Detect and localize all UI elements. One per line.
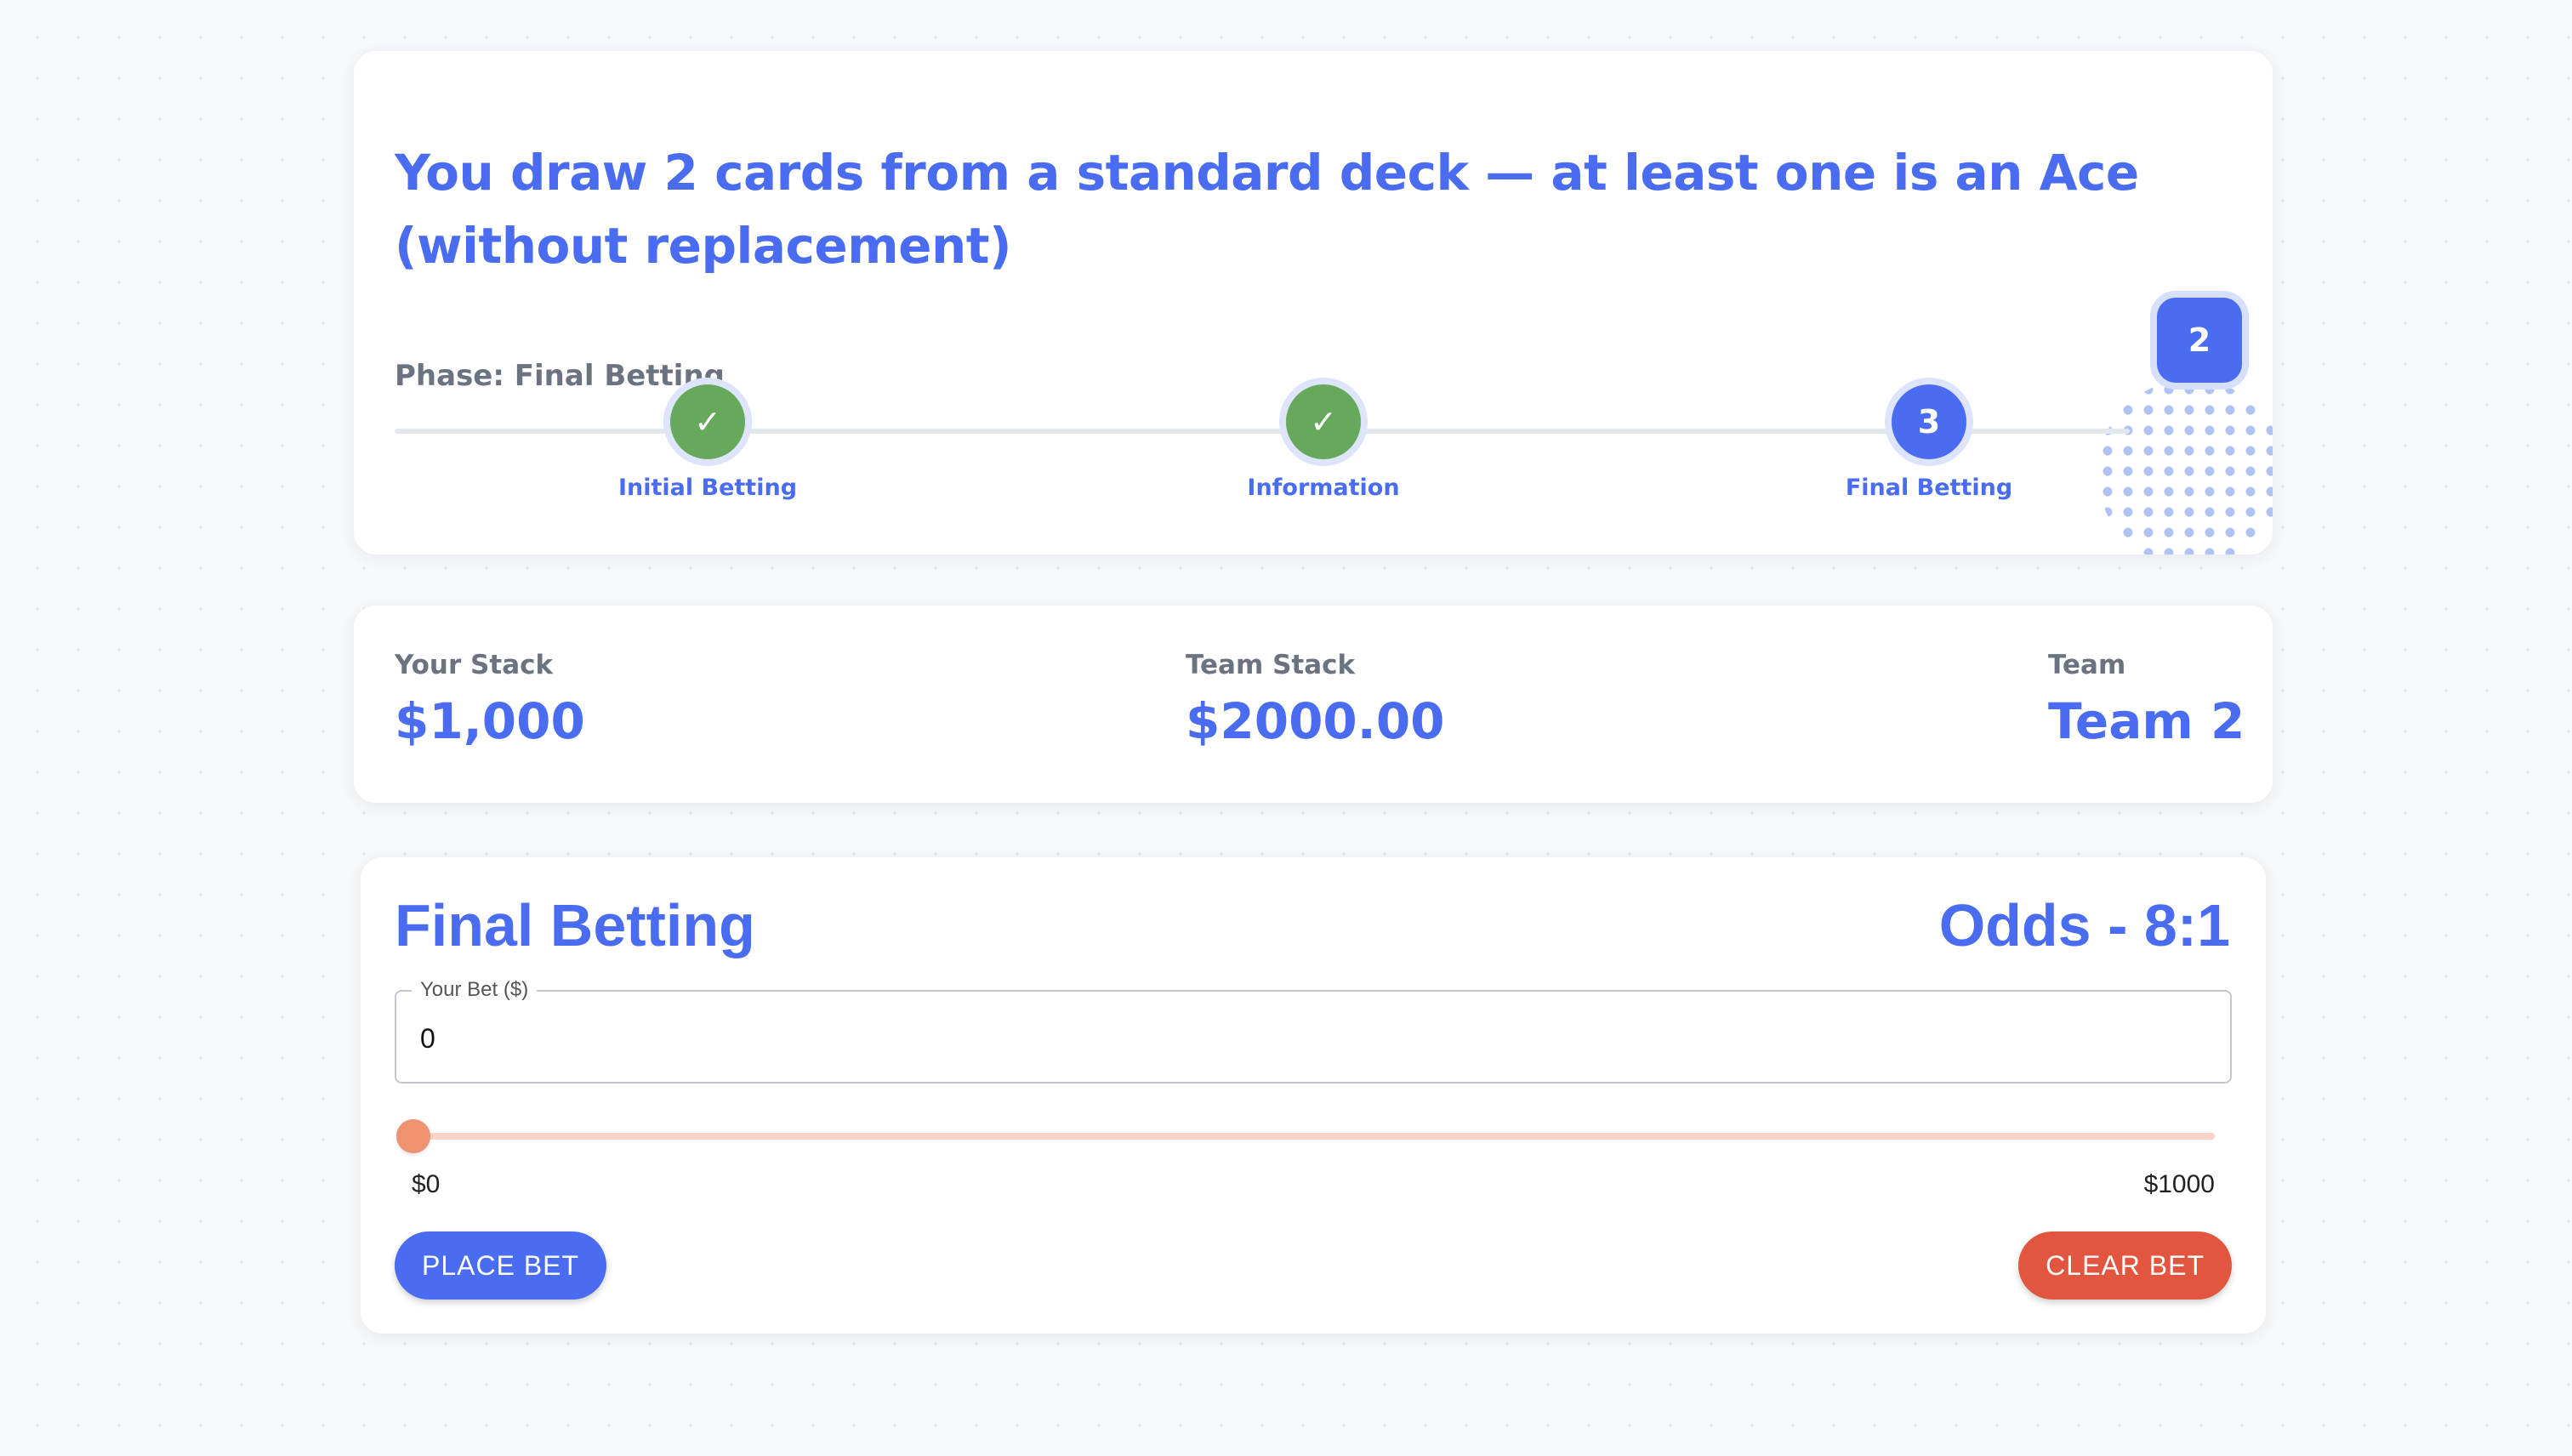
team-value: Team 2 <box>2048 692 2245 750</box>
step-label: Information <box>1247 475 1400 501</box>
place-bet-button[interactable]: PLACE BET <box>395 1231 607 1300</box>
odds-display: Odds - 8:1 <box>1938 892 2230 958</box>
slider-max-label: $1000 <box>2143 1170 2215 1198</box>
betting-phase-title: Final Betting <box>395 892 755 958</box>
betting-card: Final Betting Odds - 8:1 Your Bet ($) $0… <box>361 857 2266 1334</box>
check-icon: ✓ <box>1286 384 1361 459</box>
bet-slider-thumb[interactable] <box>396 1119 430 1153</box>
your-stack-stat: Your Stack $1,000 <box>395 650 585 750</box>
team-number-badge: 2 <box>2157 298 2242 383</box>
your-stack-value: $1,000 <box>395 692 585 750</box>
bet-amount-label: Your Bet ($) <box>412 978 538 1002</box>
step-label: Final Betting <box>1845 475 2013 501</box>
step-information: ✓ Information <box>1196 384 1451 501</box>
step-initial-betting: ✓ Initial Betting <box>580 384 835 501</box>
check-icon: ✓ <box>670 384 745 459</box>
step-final-betting: 3 Final Betting <box>1801 384 2057 501</box>
step-label: Initial Betting <box>617 475 798 501</box>
step-number-badge: 3 <box>1892 384 1966 459</box>
slider-min-label: $0 <box>412 1170 441 1198</box>
team-stack-label: Team Stack <box>1186 650 1356 680</box>
decorative-dot-pattern <box>2097 379 2273 555</box>
bet-amount-input[interactable] <box>420 1017 2206 1060</box>
clear-bet-button[interactable]: CLEAR BET <box>2018 1231 2232 1300</box>
stats-card: Your Stack $1,000 Team Stack $2000.00 Te… <box>354 606 2273 803</box>
team-stat: Team Team 2 <box>2048 650 2245 750</box>
team-stack-value: $2000.00 <box>1186 692 1445 750</box>
question-card: You draw 2 cards from a standard deck — … <box>354 51 2273 555</box>
team-label: Team <box>2048 650 2126 680</box>
bet-slider-track[interactable] <box>413 1133 2215 1140</box>
team-stack-stat: Team Stack $2000.00 <box>1186 650 1445 750</box>
question-title: You draw 2 cards from a standard deck — … <box>395 144 2139 275</box>
your-stack-label: Your Stack <box>395 650 554 680</box>
bet-amount-field: Your Bet ($) <box>395 978 2232 1083</box>
